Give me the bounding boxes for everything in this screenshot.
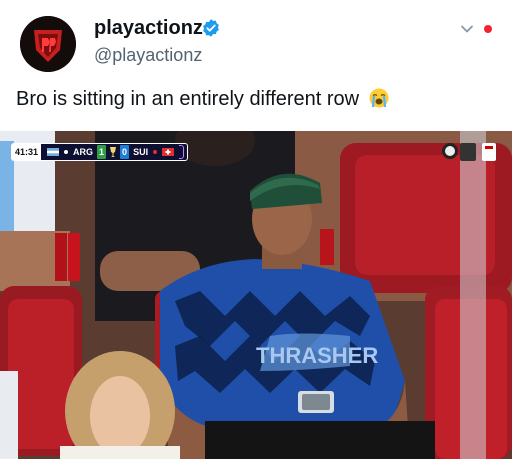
verified-badge-icon [203, 19, 219, 37]
match-clock: 41:31 [12, 144, 42, 160]
away-team: SUI [133, 147, 149, 157]
home-score: 1 [97, 145, 107, 159]
post-text: Bro is sitting in an entirely different … [16, 86, 389, 112]
argentina-flag-icon [47, 148, 60, 156]
avatar-logo [20, 16, 76, 72]
chevron-down-icon[interactable] [460, 22, 474, 36]
team-dot-icon [64, 150, 69, 154]
notification-dot [484, 25, 492, 33]
away-score: 0 [120, 145, 130, 159]
broadcaster-logo [442, 143, 496, 161]
post-media[interactable]: THRASHER 41:31 ARG 1 0 SUI [0, 131, 512, 459]
profile-avatar[interactable] [20, 16, 76, 72]
team-dot-icon [153, 150, 158, 154]
jersey-text: THRASHER [256, 343, 378, 368]
scoreboard-overlay: 41:31 ARG 1 0 SUI [11, 143, 189, 161]
scorebug-end-cap [179, 145, 185, 159]
post-header: playactionz @playactionz [0, 0, 512, 80]
stadium-photo: THRASHER [0, 131, 512, 459]
loudly-crying-face-icon [369, 88, 389, 108]
home-team: ARG [73, 147, 94, 157]
post-text-content: Bro is sitting in an entirely different … [16, 88, 360, 110]
trophy-icon [110, 147, 117, 157]
switzerland-flag-icon [162, 148, 175, 156]
display-name[interactable]: playactionz [94, 16, 203, 40]
user-handle[interactable]: @playactionz [94, 44, 202, 66]
